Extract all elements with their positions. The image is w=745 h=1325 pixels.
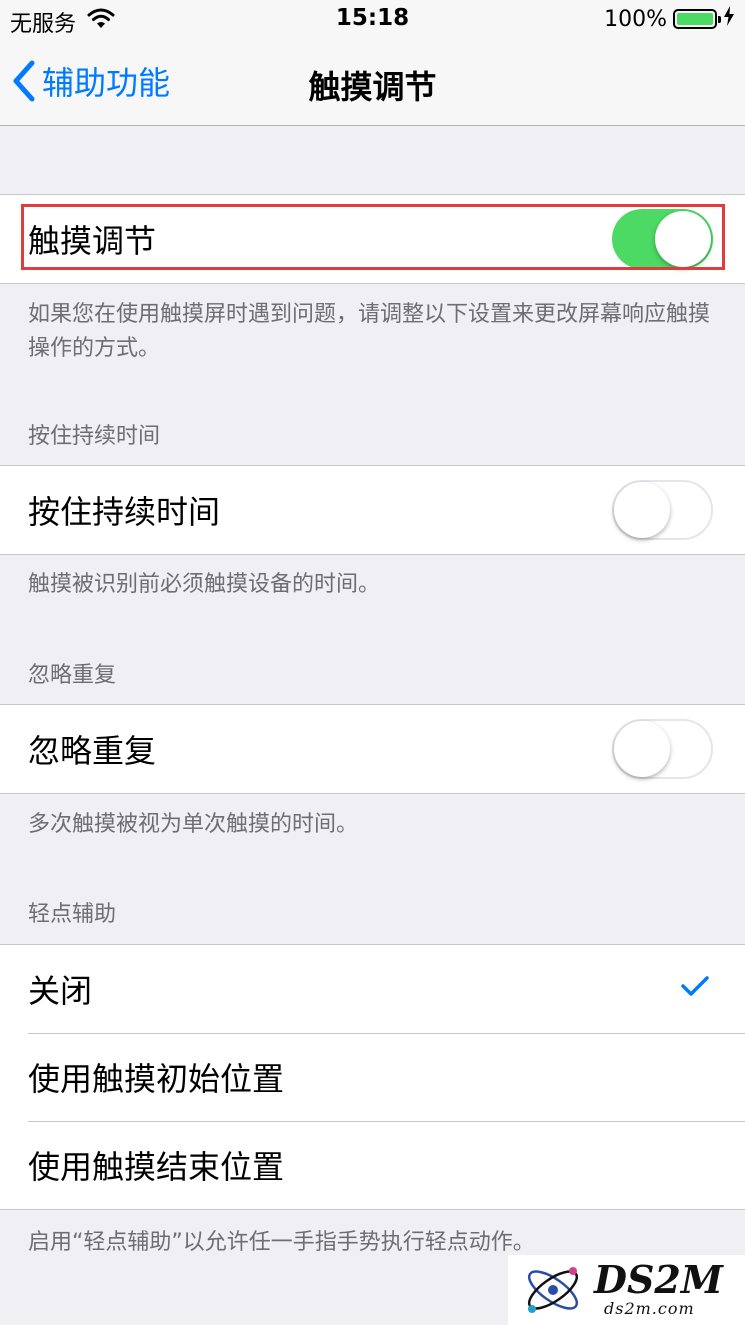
tap-assistance-header: 轻点辅助: [28, 902, 117, 927]
option-label: 关闭: [28, 972, 93, 1010]
ignore-repeat-row: 忽略重复: [0, 705, 745, 793]
ignore-repeat-toggle[interactable]: [612, 719, 713, 779]
battery-percent: 100%: [604, 6, 667, 32]
hold-duration-group: 按住持续时间: [0, 465, 745, 555]
ignore-repeat-header: 忽略重复: [28, 663, 117, 688]
option-label: 使用触摸初始位置: [28, 1060, 285, 1098]
charging-icon: [723, 6, 735, 32]
ignore-repeat-group: 忽略重复: [0, 704, 745, 794]
touch-accommodations-label: 触摸调节: [28, 222, 157, 260]
watermark-subtext: ds2m.com: [604, 1299, 695, 1318]
touch-accommodations-group: 触摸调节: [0, 194, 745, 284]
atom-logo-icon: [527, 1267, 579, 1313]
ignore-repeat-label: 忽略重复: [28, 732, 157, 770]
tap-assistance-option-initial[interactable]: 使用触摸初始位置: [0, 1033, 745, 1121]
touch-accommodations-row: 触摸调节: [0, 195, 745, 283]
checkmark-icon: [681, 976, 709, 996]
battery-icon: [673, 9, 721, 29]
hold-duration-toggle[interactable]: [612, 480, 713, 540]
page-title: 触摸调节: [308, 68, 437, 106]
tap-assistance-option-final[interactable]: 使用触摸结束位置: [0, 1121, 745, 1209]
watermark-logo: DS2M ds2m.com: [508, 1255, 745, 1325]
tap-assistance-option-off[interactable]: 关闭: [0, 945, 745, 1033]
toggle-knob: [614, 482, 670, 538]
hold-duration-row: 按住持续时间: [0, 466, 745, 554]
hold-duration-label: 按住持续时间: [28, 493, 221, 531]
touch-accommodations-toggle[interactable]: [612, 209, 713, 269]
status-right: 100%: [604, 6, 735, 32]
option-label: 使用触摸结束位置: [28, 1148, 285, 1186]
touch-accommodations-footer: 如果您在使用触摸屏时遇到问题，请调整以下设置来更改屏幕响应触摸操作的方式。: [28, 302, 711, 361]
tap-assistance-group: 关闭 使用触摸初始位置 使用触摸结束位置: [0, 944, 745, 1210]
watermark-text: DS2M: [594, 1257, 723, 1302]
toggle-knob: [655, 211, 711, 267]
navigation-bar: 辅助功能 触摸调节: [0, 40, 745, 126]
hold-duration-header: 按住持续时间: [28, 424, 161, 449]
status-bar: 无服务 15:18 100%: [0, 0, 745, 40]
toggle-knob: [614, 721, 670, 777]
hold-duration-footer: 触摸被识别前必须触摸设备的时间。: [28, 572, 381, 597]
ignore-repeat-footer: 多次触摸被视为单次触摸的时间。: [28, 812, 359, 837]
